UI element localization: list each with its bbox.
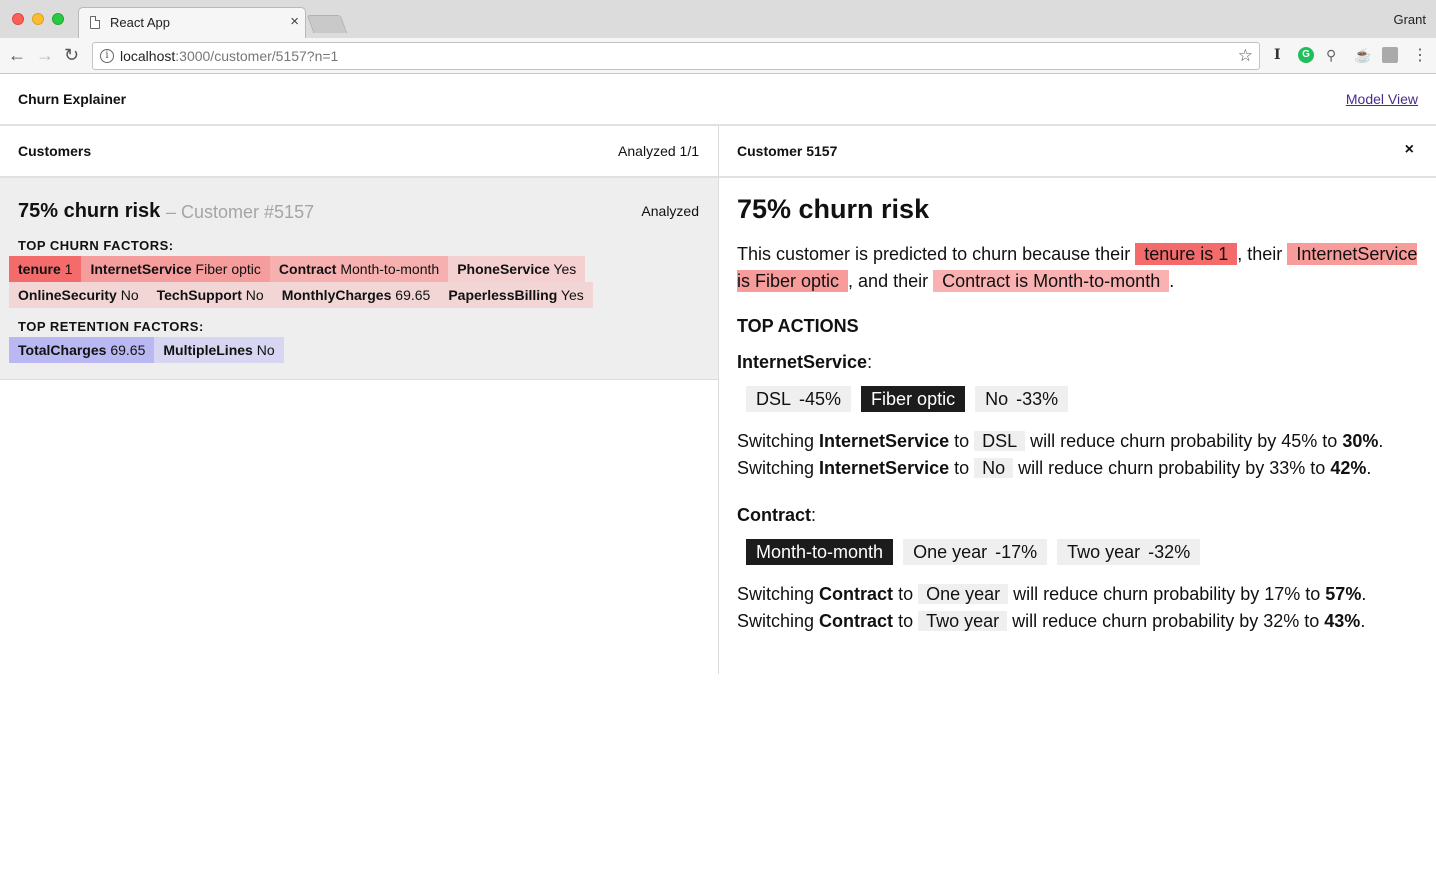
browser-tab-bar: React App × Grant <box>0 0 1436 38</box>
tab-title: React App <box>110 15 170 30</box>
extension-i-icon[interactable]: I <box>1274 47 1281 63</box>
feature-option-button[interactable]: Fiber optic <box>861 386 966 412</box>
customers-pane-header: Customers Analyzed 1/1 <box>0 126 718 178</box>
info-icon[interactable]: i <box>100 49 114 63</box>
action-sentence: Switching InternetService to No will red… <box>737 458 1372 478</box>
extension-pin-icon[interactable]: ⚲ <box>1326 47 1336 64</box>
factor-chip: TotalCharges 69.65 <box>9 337 155 363</box>
reload-icon[interactable]: ↻ <box>64 44 79 66</box>
feature-label: InternetService: <box>737 352 873 372</box>
action-sentence: Switching Contract to Two year will redu… <box>737 611 1366 631</box>
card-customer-id: – Customer #5157 <box>166 202 315 222</box>
feature-options: DSL -45% Fiber optic No -33% <box>746 386 1069 412</box>
address-bar[interactable]: i localhost:3000/customer/5157?n=1 ☆ <box>92 42 1260 70</box>
feature-option-button[interactable]: DSL -45% <box>746 386 852 412</box>
customer-detail-pane: Customer 5157 × 75% churn risk This cust… <box>718 126 1436 674</box>
factor-chip: PaperlessBilling Yes <box>439 282 593 308</box>
factor-chip: Contract Month-to-month <box>269 256 449 282</box>
page-icon <box>90 16 100 29</box>
analyzed-count: Analyzed 1/1 <box>618 143 699 159</box>
customer-card[interactable]: 75% churn risk – Customer #5157 Analyzed… <box>0 178 718 380</box>
maximize-window-button[interactable] <box>52 13 64 25</box>
close-detail-button[interactable]: × <box>1405 141 1414 159</box>
feature-option-button[interactable]: Two year -32% <box>1057 539 1201 565</box>
explain-factor-tenure: tenure is 1 <box>1135 243 1238 265</box>
forward-arrow-icon[interactable]: → <box>36 44 54 66</box>
customers-pane: Customers Analyzed 1/1 75% churn risk – … <box>0 126 718 380</box>
new-tab-button[interactable] <box>306 15 348 33</box>
factor-chip: TechSupport No <box>147 282 273 308</box>
browser-menu-icon[interactable]: ⋮ <box>1412 45 1428 65</box>
extension-cup-icon[interactable]: ☕ <box>1354 47 1371 64</box>
extension-grammar-icon[interactable]: G <box>1298 47 1314 63</box>
browser-toolbar: ← → ↻ i localhost:3000/customer/5157?n=1… <box>0 38 1436 74</box>
factor-chip: OnlineSecurity No <box>9 282 148 308</box>
factor-chip: tenure 1 <box>9 256 82 282</box>
close-window-button[interactable] <box>12 13 24 25</box>
action-sentence: Switching Contract to One year will redu… <box>737 584 1367 604</box>
churn-explanation: This customer is predicted to churn beca… <box>737 243 1418 292</box>
top-actions-heading: TOP ACTIONS <box>737 316 859 336</box>
feature-option-button[interactable]: One year -17% <box>903 539 1048 565</box>
detail-title: Customer 5157 <box>737 143 838 159</box>
retention-factors-label: TOP RETENTION FACTORS: <box>18 319 204 334</box>
detail-pane-header: Customer 5157 × <box>719 126 1436 178</box>
churn-factors-list: tenure 1 InternetService Fiber optic Contr… <box>9 256 609 308</box>
explain-factor-contract: Contract is Month-to-month <box>933 270 1170 292</box>
minimize-window-button[interactable] <box>32 13 44 25</box>
app-title: Churn Explainer <box>18 91 127 107</box>
feature-option-button[interactable]: No -33% <box>975 386 1069 412</box>
back-arrow-icon[interactable]: ← <box>8 44 26 66</box>
app-header: Churn Explainer Model View <box>0 74 1436 126</box>
extension-box-icon[interactable] <box>1382 47 1398 63</box>
feature-label: Contract: <box>737 505 817 525</box>
factor-chip: MonthlyCharges 69.65 <box>272 282 440 308</box>
factor-chip: MultipleLines No <box>154 337 284 363</box>
factor-chip: PhoneService Yes <box>448 256 586 282</box>
model-view-link[interactable]: Model View <box>1346 91 1418 107</box>
factor-chip: InternetService Fiber optic <box>81 256 270 282</box>
browser-tab[interactable]: React App × <box>78 7 306 38</box>
bookmark-star-icon[interactable]: ☆ <box>1238 46 1253 66</box>
action-sentence: Switching InternetService to DSL will re… <box>737 431 1384 451</box>
profile-name[interactable]: Grant <box>1393 12 1426 27</box>
churn-factors-label: TOP CHURN FACTORS: <box>18 238 174 253</box>
card-churn-risk: 75% churn risk <box>18 200 161 222</box>
retention-factors-list: TotalCharges 69.65 MultipleLines No <box>9 337 609 363</box>
url-text[interactable]: localhost:3000/customer/5157?n=1 <box>120 48 338 64</box>
card-status: Analyzed <box>641 203 699 219</box>
detail-churn-risk: 75% churn risk <box>737 194 930 224</box>
feature-option-button[interactable]: Month-to-month <box>746 539 894 565</box>
feature-options: Month-to-month One year -17% Two year -32% <box>746 539 1201 565</box>
tab-close-icon[interactable]: × <box>290 13 299 30</box>
customers-title: Customers <box>18 143 92 159</box>
